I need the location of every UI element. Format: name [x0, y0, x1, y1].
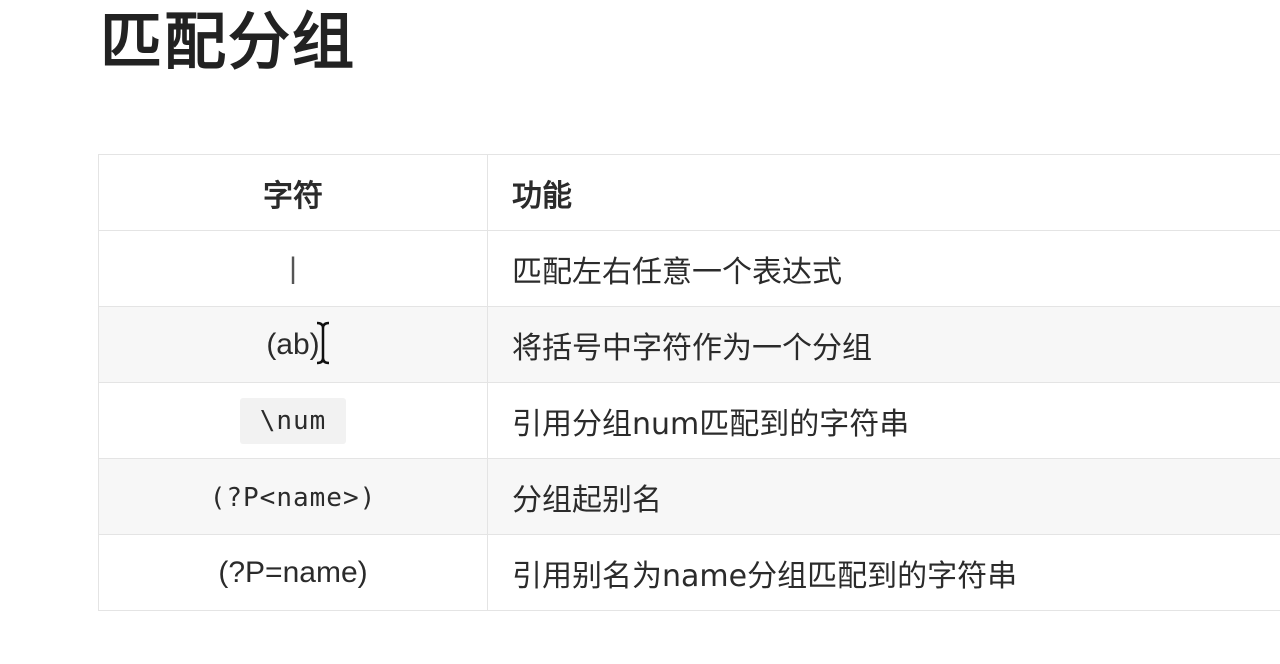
row-func: 匹配左右任意一个表达式 [487, 230, 1280, 307]
row-char[interactable]: (ab) [266, 328, 319, 361]
row-char-cell: \num [98, 382, 488, 459]
row-char: \num [239, 397, 347, 444]
row-char: (?P<name>) [209, 483, 377, 513]
table-row: | 匹配左右任意一个表达式 [98, 230, 1280, 307]
row-char: (?P=name) [218, 556, 368, 589]
header-func: 功能 [487, 154, 1280, 231]
row-func: 引用别名为name分组匹配到的字符串 [487, 534, 1280, 611]
row-func: 引用分组num匹配到的字符串 [487, 382, 1280, 459]
regex-group-table: 字符 功能 | 匹配左右任意一个表达式 (ab) 将括号中字符作为一个分组 \n… [98, 154, 1280, 611]
row-func: 分组起别名 [487, 458, 1280, 535]
row-char-cell: (ab) [98, 306, 488, 383]
row-char-cell: | [98, 230, 488, 307]
table-row: (?P<name>) 分组起别名 [98, 458, 1280, 535]
row-char: | [289, 252, 297, 285]
row-char-with-cursor: (ab) [266, 321, 329, 365]
table-row: (?P=name) 引用别名为name分组匹配到的字符串 [98, 534, 1280, 611]
header-char: 字符 [98, 154, 488, 231]
page-title: 匹配分组 [100, 5, 357, 78]
page: 匹配分组 字符 功能 | 匹配左右任意一个表达式 (ab) 将括号中字符作为一个… [0, 0, 1280, 664]
table-row: \num 引用分组num匹配到的字符串 [98, 382, 1280, 459]
row-char-cell: (?P<name>) [98, 458, 488, 535]
table-row: (ab) 将括号中字符作为一个分组 [98, 306, 1280, 383]
table-header-row: 字符 功能 [98, 154, 1280, 231]
row-char-cell: (?P=name) [98, 534, 488, 611]
row-func: 将括号中字符作为一个分组 [487, 306, 1280, 383]
text-cursor-icon [316, 321, 329, 365]
